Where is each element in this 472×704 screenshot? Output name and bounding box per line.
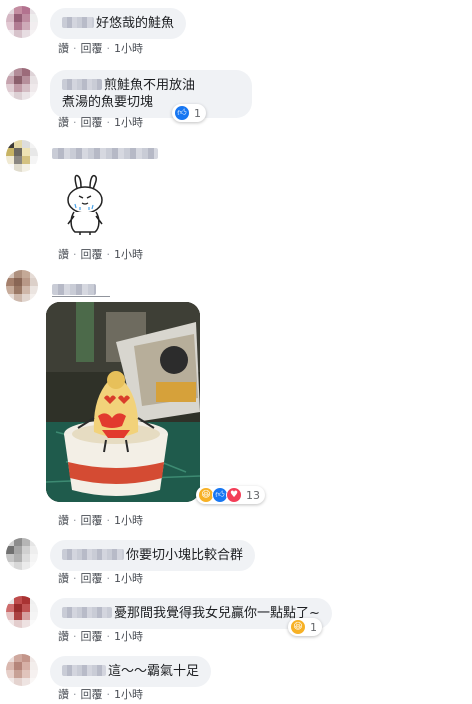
- comment-bubble: 好悠哉的鮭魚: [50, 8, 187, 39]
- like-button[interactable]: 讚: [58, 246, 69, 262]
- comment-bubble: 你要切小塊比較合群: [50, 540, 256, 571]
- timestamp[interactable]: 1小時: [114, 40, 143, 56]
- comment-text: 好悠哉的鮭魚: [96, 16, 175, 31]
- name-underline: [52, 296, 110, 297]
- reaction-badge[interactable]: 😆︎ 👍︎ ♥ 13: [196, 486, 265, 504]
- timestamp[interactable]: 1小時: [114, 686, 143, 702]
- avatar[interactable]: [6, 6, 38, 38]
- author-name[interactable]: [62, 607, 112, 618]
- reply-button[interactable]: 回覆: [81, 114, 103, 130]
- timestamp[interactable]: 1小時: [114, 512, 143, 528]
- like-button[interactable]: 讚: [58, 512, 69, 528]
- reply-button[interactable]: 回覆: [81, 246, 103, 262]
- timestamp[interactable]: 1小時: [114, 628, 143, 644]
- comment-text-line-1: 煎鮭魚不用放油: [104, 78, 196, 93]
- avatar[interactable]: [6, 538, 38, 570]
- rabbit-sticker: [60, 174, 110, 236]
- like-button[interactable]: 讚: [58, 570, 69, 586]
- reaction-badge[interactable]: 😆︎ 1: [288, 618, 322, 636]
- reply-button[interactable]: 回覆: [81, 628, 103, 644]
- reaction-badge[interactable]: 👍︎ 1: [172, 104, 206, 122]
- like-button[interactable]: 讚: [58, 628, 69, 644]
- author-name[interactable]: [62, 79, 102, 90]
- comment-bubble: 煎鮭魚不用放油 煮湯的魚要切塊: [50, 70, 252, 118]
- reply-button[interactable]: 回覆: [81, 686, 103, 702]
- photo-attachment[interactable]: [46, 302, 200, 502]
- comment-actions: 讚 · 回覆 · 1小時: [58, 114, 143, 130]
- timestamp[interactable]: 1小時: [114, 570, 143, 586]
- reply-button[interactable]: 回覆: [81, 570, 103, 586]
- avatar[interactable]: [6, 654, 38, 686]
- author-name[interactable]: [52, 284, 96, 295]
- avatar[interactable]: [6, 140, 38, 172]
- like-button[interactable]: 讚: [58, 114, 69, 130]
- reply-button[interactable]: 回覆: [81, 40, 103, 56]
- comment-bubble: 這～～霸氣十足: [50, 656, 212, 687]
- author-name[interactable]: [62, 549, 124, 560]
- reaction-count: 13: [246, 488, 260, 502]
- reply-button[interactable]: 回覆: [81, 512, 103, 528]
- like-button[interactable]: 讚: [58, 686, 69, 702]
- comment-actions: 讚 · 回覆 · 1小時: [58, 628, 143, 644]
- avatar[interactable]: [6, 270, 38, 302]
- comment-actions: 讚 · 回覆 · 1小時: [58, 570, 143, 586]
- haha-reaction-icon: 😆︎: [290, 619, 306, 635]
- author-name[interactable]: [62, 665, 106, 676]
- avatar[interactable]: [6, 68, 38, 100]
- comment-text-line-2: 煮湯的魚要切塊: [62, 95, 154, 110]
- comment-actions: 讚 · 回覆 · 1小時: [58, 686, 143, 702]
- author-name[interactable]: [52, 148, 158, 159]
- comment-actions: 讚 · 回覆 · 1小時: [58, 40, 143, 56]
- comment-thread: 好悠哉的鮭魚 讚 · 回覆 · 1小時 煎鮭魚不用放油 煮湯的魚要切塊 👍︎ 1 讚 · 回…: [0, 0, 472, 704]
- reaction-count: 1: [310, 620, 317, 634]
- timestamp[interactable]: 1小時: [114, 246, 143, 262]
- comment-actions: 讚 · 回覆 · 1小時: [58, 246, 143, 262]
- comment-text: 這～～霸氣十足: [108, 664, 200, 679]
- love-reaction-icon: ♥: [226, 487, 242, 503]
- like-reaction-icon: 👍︎: [174, 105, 190, 121]
- timestamp[interactable]: 1小時: [114, 114, 143, 130]
- avatar[interactable]: [6, 596, 38, 628]
- like-button[interactable]: 讚: [58, 40, 69, 56]
- reaction-count: 1: [194, 106, 201, 120]
- comment-text: 憂那間我覺得我女兒贏你一點點了~: [114, 606, 320, 621]
- comment-actions: 讚 · 回覆 · 1小時: [58, 512, 143, 528]
- author-name[interactable]: [62, 17, 94, 28]
- comment-text: 你要切小塊比較合群: [126, 548, 244, 563]
